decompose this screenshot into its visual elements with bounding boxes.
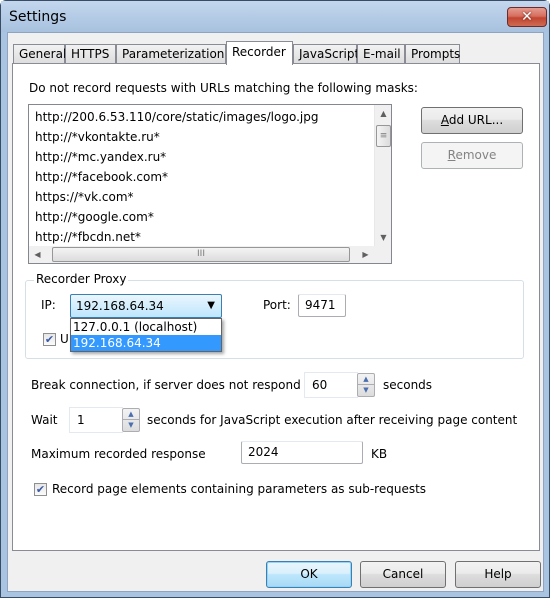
tab-javascript[interactable]: JavaScript bbox=[293, 44, 359, 64]
scroll-up-arrow-icon[interactable]: ▲ bbox=[375, 105, 391, 122]
scroll-left-arrow-icon[interactable]: ◀ bbox=[29, 246, 46, 263]
ip-option[interactable]: 127.0.0.1 (localhost) bbox=[71, 319, 221, 335]
break-connection-unit: seconds bbox=[383, 378, 433, 392]
recorder-proxy-title: Recorder Proxy bbox=[34, 272, 129, 286]
help-button[interactable]: Help bbox=[455, 561, 541, 588]
spin-up-icon[interactable]: ▲ bbox=[123, 409, 139, 420]
record-sub-requests-checkbox[interactable]: ✔ bbox=[34, 483, 47, 496]
spin-buttons[interactable]: ▲ ▼ bbox=[122, 408, 140, 432]
close-icon: ✕ bbox=[521, 9, 533, 25]
tab-https[interactable]: HTTPS bbox=[65, 44, 116, 64]
cancel-button[interactable]: Cancel bbox=[360, 561, 446, 588]
check-icon: ✔ bbox=[44, 333, 55, 346]
tab-prompts[interactable]: Prompts bbox=[405, 44, 460, 64]
add-url-accel: A bbox=[440, 113, 449, 127]
list-item[interactable]: http://*vkontakte.ru* bbox=[35, 130, 160, 144]
list-item[interactable]: http://*google.com* bbox=[35, 210, 154, 224]
vertical-scrollbar[interactable]: ▲ ≡ ▼ bbox=[374, 105, 391, 246]
list-item[interactable]: http://*facebook.com* bbox=[35, 170, 168, 184]
break-connection-field[interactable]: 60 bbox=[304, 372, 358, 398]
title-bar: Settings ✕ bbox=[1, 1, 549, 32]
close-button[interactable]: ✕ bbox=[507, 7, 547, 27]
scrollbar-corner bbox=[374, 246, 391, 263]
list-item[interactable]: http://*mc.yandex.ru* bbox=[35, 150, 166, 164]
list-item[interactable]: https://*vk.com* bbox=[35, 190, 134, 204]
list-item[interactable]: http://200.6.53.110/core/static/images/l… bbox=[35, 110, 318, 124]
url-masks-list[interactable]: http://200.6.53.110/core/static/images/l… bbox=[28, 104, 392, 264]
tab-email[interactable]: E-mail bbox=[357, 44, 405, 64]
record-sub-requests-label[interactable]: Record page elements containing paramete… bbox=[52, 482, 426, 496]
dialog-client: General HTTPS Parameterization Recorder … bbox=[7, 32, 544, 592]
scroll-right-arrow-icon[interactable]: ▶ bbox=[357, 246, 374, 263]
vertical-scroll-thumb[interactable]: ≡ bbox=[376, 125, 391, 147]
port-field[interactable]: 9471 bbox=[298, 294, 346, 317]
ip-select[interactable]: 192.168.64.34 ▼ bbox=[70, 294, 222, 318]
max-response-field[interactable]: 2024 bbox=[241, 441, 363, 464]
spin-up-icon[interactable]: ▲ bbox=[358, 374, 374, 385]
spin-buttons[interactable]: ▲ ▼ bbox=[357, 373, 375, 397]
wait-field[interactable]: 1 bbox=[69, 407, 123, 433]
wait-label: Wait bbox=[31, 413, 58, 427]
wait-suffix: seconds for JavaScript execution after r… bbox=[147, 413, 518, 427]
ip-option-selected[interactable]: 192.168.64.34 bbox=[71, 335, 221, 351]
masks-label: Do not record requests with URLs matchin… bbox=[29, 81, 418, 95]
check-icon: ✔ bbox=[35, 483, 46, 496]
tab-recorder[interactable]: Recorder bbox=[226, 41, 293, 65]
list-item[interactable]: http://*fbcdn.net* bbox=[35, 230, 141, 244]
tab-general[interactable]: General bbox=[13, 44, 66, 64]
wait-spinner[interactable]: 1 ▲ ▼ bbox=[69, 407, 141, 433]
recorder-panel: Do not record requests with URLs matchin… bbox=[12, 63, 540, 551]
tab-parameterization[interactable]: Parameterization bbox=[116, 44, 226, 64]
spin-down-icon[interactable]: ▼ bbox=[123, 420, 139, 431]
remove-label: emove bbox=[455, 148, 497, 162]
max-response-unit: KB bbox=[371, 447, 388, 461]
break-connection-label: Break connection, if server does not res… bbox=[31, 378, 301, 392]
break-connection-spinner[interactable]: 60 ▲ ▼ bbox=[304, 372, 376, 398]
add-url-label: dd URL... bbox=[448, 113, 504, 127]
ok-button[interactable]: OK bbox=[266, 561, 352, 588]
ip-select-value: 192.168.64.34 bbox=[76, 299, 164, 313]
port-label: Port: bbox=[263, 298, 291, 312]
settings-dialog: Settings ✕ General HTTPS Parameterizatio… bbox=[0, 0, 550, 598]
add-url-button[interactable]: Add URL... bbox=[421, 107, 523, 134]
ip-label: IP: bbox=[41, 298, 56, 312]
remove-button[interactable]: Remove bbox=[421, 142, 523, 169]
chevron-down-icon: ▼ bbox=[207, 300, 215, 311]
spin-down-icon[interactable]: ▼ bbox=[358, 385, 374, 396]
use-checkbox[interactable]: ✔ bbox=[43, 333, 56, 346]
horizontal-scroll-thumb[interactable]: III bbox=[52, 247, 350, 262]
use-checkbox-label: U bbox=[60, 332, 69, 346]
ip-dropdown-list: 127.0.0.1 (localhost) 192.168.64.34 bbox=[70, 318, 222, 352]
window-title: Settings bbox=[9, 9, 67, 25]
horizontal-scrollbar[interactable]: ◀ III ▶ bbox=[29, 246, 374, 263]
scroll-down-arrow-icon[interactable]: ▼ bbox=[375, 229, 391, 246]
max-response-label: Maximum recorded response bbox=[31, 447, 206, 461]
